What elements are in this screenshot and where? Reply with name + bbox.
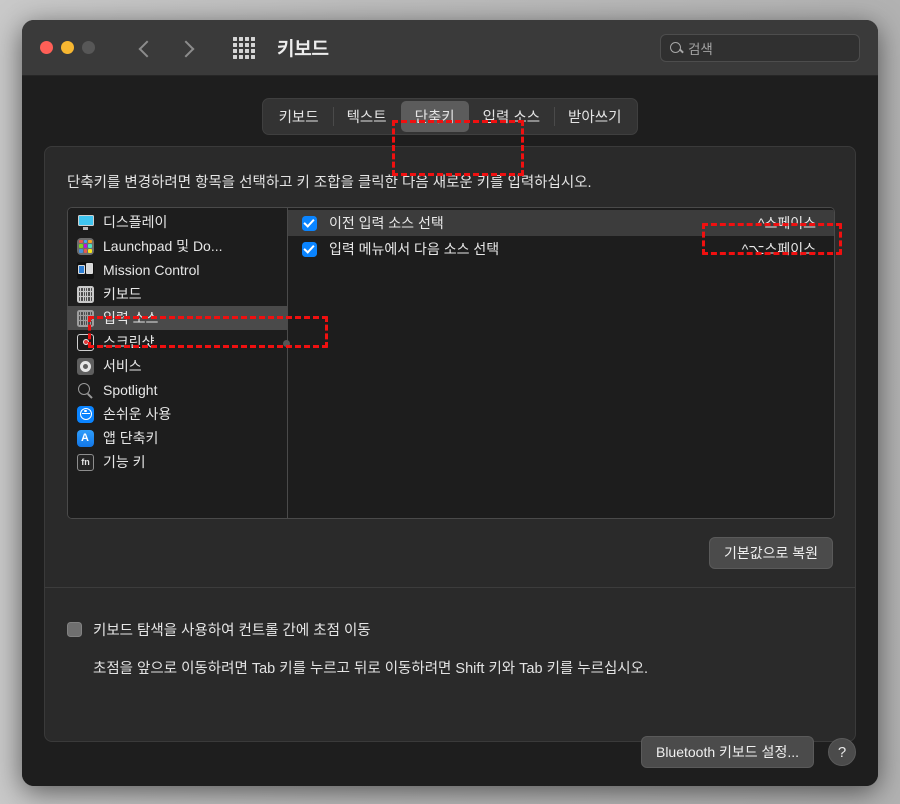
launchpad-icon: [77, 237, 94, 255]
category-row-app-shortcuts[interactable]: A 앱 단축키: [68, 426, 287, 450]
category-row-services[interactable]: 서비스: [68, 354, 287, 378]
search-placeholder: 검색: [688, 41, 713, 57]
tab-input-sources[interactable]: 입력 소스: [469, 101, 554, 132]
category-label: Launchpad 및 Do...: [103, 238, 223, 254]
category-list[interactable]: 디스플레이 Launchpad 및 Do... Mission Control …: [68, 208, 290, 518]
keyboard-navigation-checkbox[interactable]: [67, 622, 82, 637]
keyboard-navigation-label: 키보드 탐색을 사용하여 컨트롤 간에 초점 이동: [93, 623, 371, 639]
shortcut-label: 이전 입력 소스 선택: [329, 215, 444, 231]
category-label: 디스플레이: [103, 214, 168, 230]
category-label: 기능 키: [103, 454, 146, 470]
shortcut-row-next-source[interactable]: 입력 메뉴에서 다음 소스 선택 ^⌥스페이스: [288, 236, 834, 262]
category-label: 스크린샷: [103, 334, 155, 350]
category-row-mission-control[interactable]: Mission Control: [68, 258, 287, 282]
category-label: 키보드: [103, 286, 142, 302]
shortcut-lists: 디스플레이 Launchpad 및 Do... Mission Control …: [67, 207, 835, 519]
shortcut-row-previous-source[interactable]: 이전 입력 소스 선택 ^스페이스: [288, 210, 834, 236]
content-panel: 단축키를 변경하려면 항목을 선택하고 키 조합을 클릭한 다음 새로운 키를 …: [44, 146, 856, 742]
zoom-button[interactable]: [82, 41, 95, 54]
forward-chevron-icon[interactable]: [179, 40, 195, 56]
category-label: Spotlight: [103, 382, 158, 398]
category-row-screenshot[interactable]: 스크린샷: [68, 330, 287, 354]
grid-icon[interactable]: [233, 36, 255, 59]
minimize-button[interactable]: [61, 41, 74, 54]
instruction-text: 단축키를 변경하려면 항목을 선택하고 키 조합을 클릭한 다음 새로운 키를 …: [67, 175, 592, 191]
bottom-button-bar: Bluetooth 키보드 설정... ?: [640, 736, 856, 768]
restore-defaults-button[interactable]: 기본값으로 복원: [708, 537, 833, 569]
navigation-controls: [137, 40, 195, 56]
close-button[interactable]: [40, 41, 53, 54]
restore-defaults-container: 기본값으로 복원: [708, 537, 833, 569]
shortcut-checkbox[interactable]: [302, 215, 317, 231]
shortcut-keys[interactable]: ^스페이스: [758, 213, 822, 233]
category-row-keyboard[interactable]: 키보드: [68, 282, 287, 306]
input-source-icon: [77, 309, 94, 327]
category-label: Mission Control: [103, 262, 200, 278]
tab-shortcuts[interactable]: 단축키: [400, 101, 469, 132]
window-titlebar: 키보드 검색: [22, 20, 878, 76]
category-row-spotlight[interactable]: Spotlight: [68, 378, 287, 402]
accessibility-icon: [77, 405, 94, 423]
search-icon: [670, 42, 681, 53]
app-shortcuts-icon: A: [77, 429, 94, 447]
page-title: 키보드: [277, 39, 329, 60]
keyboard-navigation-row[interactable]: 키보드 탐색을 사용하여 컨트롤 간에 초점 이동: [67, 619, 371, 640]
tab-bar: 키보드 텍스트 단축키 입력 소스 받아쓰기: [22, 76, 878, 135]
window-body: 키보드 텍스트 단축키 입력 소스 받아쓰기 단축키를 변경하려면 항목을 선택…: [22, 76, 878, 786]
keyboard-navigation-help-text: 초점을 앞으로 이동하려면 Tab 키를 누르고 뒤로 이동하려면 Shift …: [93, 661, 649, 677]
keyboard-preferences-window: 키보드 검색 키보드 텍스트 단축키 입력 소스 받아쓰기 단축키를 변경하려면…: [22, 20, 878, 786]
category-label: 서비스: [103, 358, 142, 374]
shortcut-label: 입력 메뉴에서 다음 소스 선택: [329, 241, 500, 257]
display-icon: [77, 213, 94, 231]
services-gear-icon: [77, 357, 94, 375]
function-key-icon: fn: [77, 453, 94, 471]
help-button[interactable]: ?: [828, 738, 856, 766]
shortcut-checkbox[interactable]: [302, 241, 317, 257]
mission-control-icon: [77, 261, 94, 279]
spotlight-icon: [77, 382, 94, 399]
category-label: 입력 소스: [103, 310, 159, 326]
search-field[interactable]: 검색: [660, 33, 860, 62]
traffic-lights: [40, 41, 95, 54]
category-row-input-source[interactable]: 입력 소스: [68, 306, 287, 330]
bluetooth-keyboard-setup-button[interactable]: Bluetooth 키보드 설정...: [640, 736, 814, 768]
category-row-function-keys[interactable]: fn 기능 키: [68, 450, 287, 474]
tab-dictation[interactable]: 받아쓰기: [554, 101, 635, 132]
category-row-launchpad[interactable]: Launchpad 및 Do...: [68, 234, 287, 258]
keyboard-icon: [77, 285, 94, 303]
tab-text[interactable]: 텍스트: [332, 101, 401, 132]
tab-keyboard[interactable]: 키보드: [265, 101, 333, 132]
list-divider-handle[interactable]: [283, 208, 290, 518]
category-row-display[interactable]: 디스플레이: [68, 210, 287, 234]
category-label: 손쉬운 사용: [103, 406, 172, 422]
section-divider: [45, 587, 855, 588]
screenshot-icon: [77, 333, 94, 351]
category-label: 앱 단축키: [103, 430, 159, 446]
shortcut-keys[interactable]: ^⌥스페이스: [742, 239, 822, 259]
back-chevron-icon[interactable]: [137, 40, 153, 56]
shortcut-item-list[interactable]: 이전 입력 소스 선택 ^스페이스 입력 메뉴에서 다음 소스 선택 ^⌥스페이…: [288, 208, 834, 518]
category-row-accessibility[interactable]: 손쉬운 사용: [68, 402, 287, 426]
divider-dot-icon: [283, 340, 290, 347]
